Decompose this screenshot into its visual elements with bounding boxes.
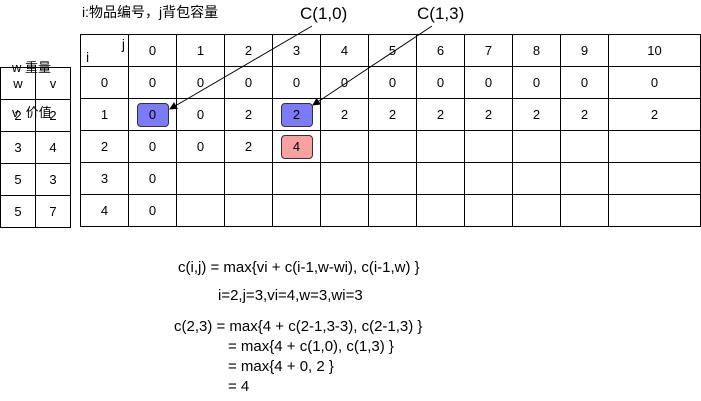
derivation-line-1: c(2,3) = max{4 + c(2-1,3-3), c(2-1,3) } (174, 318, 423, 335)
derivation-line-3: = max{4 + 0, 2 } (228, 358, 334, 375)
derivation-line-4: = 4 (228, 378, 250, 395)
derivation-line-2: = max{4 + c(1,0), c(1,3) } (228, 338, 394, 355)
recurrence-formula: c(i,j) = max{vi + c(i-1,w-wi), c(i-1,w) … (178, 259, 420, 276)
arrow-to-c-1-3 (312, 25, 433, 106)
arrow-to-c-1-0 (169, 25, 313, 110)
parameter-values: i=2,j=3,vi=4,w=3,wi=3 (218, 287, 363, 304)
